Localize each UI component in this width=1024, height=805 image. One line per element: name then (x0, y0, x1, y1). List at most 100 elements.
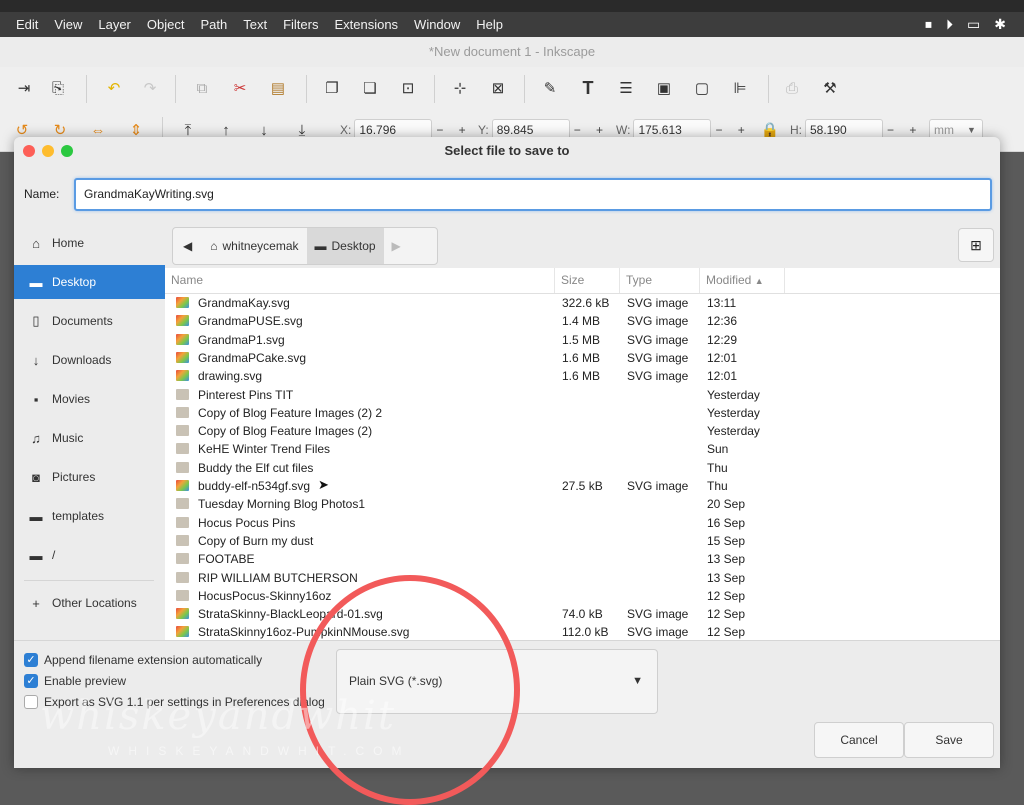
file-row[interactable]: Pinterest Pins TIT Yesterday (165, 386, 785, 404)
chevron-left-icon[interactable]: ◀ (173, 228, 202, 264)
file-modified: 16 Sep (707, 515, 746, 530)
x-stepper[interactable]: − + (436, 123, 471, 137)
menu-text[interactable]: Text (235, 17, 275, 32)
sidebar-item-documents[interactable]: ▯ Documents (14, 304, 165, 338)
file-row[interactable]: Copy of Blog Feature Images (2) Yesterday (165, 422, 785, 440)
path-current-label: Desktop (331, 239, 376, 253)
width-stepper[interactable]: − + (715, 123, 750, 137)
sidebar-item-other-locations[interactable]: + Other Locations (14, 586, 165, 620)
file-row[interactable]: drawing.svg 1.6 MB SVG image 12:01 (165, 367, 785, 385)
duplicate-icon[interactable]: ❐ (322, 79, 342, 99)
path-segment-home[interactable]: ⌂ whitneycemak (202, 228, 306, 264)
layers-icon[interactable]: ☰ (616, 79, 636, 99)
file-row[interactable]: Tuesday Morning Blog Photos1 20 Sep (165, 495, 785, 513)
text-font-icon[interactable]: T (578, 78, 598, 98)
menu-filters[interactable]: Filters (275, 17, 326, 32)
y-stepper[interactable]: − + (574, 123, 609, 137)
path-segment-desktop[interactable]: ▬ Desktop (306, 228, 384, 264)
h-label: H: (790, 123, 802, 137)
redo-icon[interactable]: ↷ (140, 79, 160, 99)
preferences-icon[interactable]: ⚒ (820, 79, 840, 99)
export-icon[interactable]: ⎘ (48, 79, 68, 99)
enable-preview-checkbox[interactable]: ✓ Enable preview (24, 672, 126, 690)
sidebar-item-desktop[interactable]: ▬ Desktop (14, 265, 165, 299)
file-row[interactable]: GrandmaP1.svg 1.5 MB SVG image 12:29 (165, 331, 785, 349)
append-extension-checkbox[interactable]: ✓ Append filename extension automatically (24, 651, 262, 669)
align-distribute-icon[interactable]: ⊫ (730, 79, 750, 99)
file-row[interactable]: GrandmaPUSE.svg 1.4 MB SVG image 12:36 (165, 312, 785, 330)
menu-path[interactable]: Path (192, 17, 235, 32)
import-icon[interactable]: ⇥ (14, 79, 34, 99)
file-row[interactable]: GrandmaPCake.svg 1.6 MB SVG image 12:01 (165, 349, 785, 367)
menubar: Edit View Layer Object Path Text Filters… (0, 12, 1024, 37)
file-name: Buddy the Elf cut files (198, 460, 314, 475)
cut-icon[interactable]: ✂ (230, 79, 250, 99)
column-size[interactable]: Size (555, 268, 620, 293)
menu-help[interactable]: Help (468, 17, 511, 32)
file-row[interactable]: Copy of Blog Feature Images (2) 2 Yesterd… (165, 404, 785, 422)
stop-record-icon[interactable]: ⏹ (925, 16, 932, 33)
file-row[interactable]: Copy of Burn my dust 15 Sep (165, 532, 785, 550)
file-row[interactable]: FOOTABE 13 Sep (165, 550, 785, 568)
file-type: SVG image (627, 296, 689, 310)
file-row[interactable]: Hocus Pocus Pins 16 Sep (165, 514, 785, 532)
paste-icon[interactable]: ▤ (268, 79, 288, 99)
folder-icon (176, 498, 189, 510)
sidebar-item-templates[interactable]: ▬ templates (14, 499, 165, 533)
file-type: SVG image (627, 314, 689, 329)
sidebar-item-label: Pictures (52, 470, 96, 484)
file-size: 1.6 MB (562, 350, 601, 365)
menu-extensions[interactable]: Extensions (326, 17, 406, 32)
height-stepper[interactable]: − + (887, 123, 922, 137)
filename-input[interactable]: GrandmaKayWriting.svg (74, 178, 992, 211)
new-folder-button[interactable]: ⊞ (958, 228, 994, 262)
sidebar-item-home[interactable]: ⌂ Home (14, 226, 165, 260)
group-icon[interactable]: ⊹ (450, 79, 470, 99)
bluetooth-icon[interactable]: ✱ (994, 16, 1006, 33)
column-type[interactable]: Type (620, 268, 700, 293)
file-row[interactable]: Buddy the Elf cut files Thu (165, 459, 785, 477)
file-row[interactable]: buddy-elf-n534gf.svg 27.5 kB SVG image Thu (165, 477, 785, 495)
sidebar-item-root[interactable]: ▬ / (14, 538, 165, 572)
file-name: FOOTABE (198, 552, 255, 567)
folder-icon (176, 425, 189, 437)
fill-stroke-icon[interactable]: ✎ (540, 79, 560, 99)
xml-editor-icon[interactable]: ▣ (654, 79, 674, 99)
sidebar-item-downloads[interactable]: ↓ Downloads (14, 343, 165, 377)
plus-icon: + (32, 595, 40, 611)
menu-view[interactable]: View (46, 17, 90, 32)
music-icon: ♫ (31, 430, 41, 446)
save-button[interactable]: Save (904, 722, 994, 758)
file-name: drawing.svg (198, 369, 263, 384)
file-name: GrandmaKay.svg (198, 296, 290, 310)
file-row[interactable]: RIP WILLIAM BUTCHERSON 13 Sep (165, 569, 785, 587)
cancel-button[interactable]: Cancel (814, 722, 904, 758)
objects-icon[interactable]: ▢ (692, 79, 712, 99)
ungroup-icon[interactable]: ⊠ (488, 79, 508, 99)
menu-object[interactable]: Object (139, 17, 193, 32)
clone-icon[interactable]: ❏ (360, 79, 380, 99)
column-name[interactable]: Name (165, 268, 555, 293)
file-row[interactable]: GrandmaKay.svg 322.6 kB SVG image 13:11 (165, 294, 785, 312)
menu-edit[interactable]: Edit (0, 17, 46, 32)
file-row[interactable]: KeHE Winter Trend Files Sun (165, 440, 785, 458)
file-modified: 15 Sep (707, 533, 746, 548)
undo-icon[interactable]: ↶ (104, 79, 124, 99)
sidebar-item-pictures[interactable]: ◙ Pictures (14, 460, 165, 494)
chevron-right-icon[interactable]: ▶ (384, 228, 409, 264)
sidebar-item-movies[interactable]: ▪ Movies (14, 382, 165, 416)
column-modified[interactable]: Modified ▲ (700, 268, 785, 293)
unlink-clone-icon[interactable]: ⊡ (398, 79, 418, 99)
sidebar-item-music[interactable]: ♫ Music (14, 421, 165, 455)
file-modified: 12 Sep (707, 588, 746, 603)
menu-layer[interactable]: Layer (90, 17, 139, 32)
play-icon[interactable]: ⏵ (946, 16, 953, 33)
print-icon[interactable]: ⎙ (782, 79, 802, 99)
file-size: 27.5 kB (562, 479, 603, 493)
file-name: Pinterest Pins TIT (198, 387, 294, 402)
sidebar-item-label: Home (52, 236, 85, 250)
menu-window[interactable]: Window (406, 17, 468, 32)
copy-icon[interactable]: ⧉ (192, 79, 212, 99)
battery-icon[interactable]: ▭ (967, 16, 980, 33)
movie-icon: ▪ (33, 391, 39, 407)
